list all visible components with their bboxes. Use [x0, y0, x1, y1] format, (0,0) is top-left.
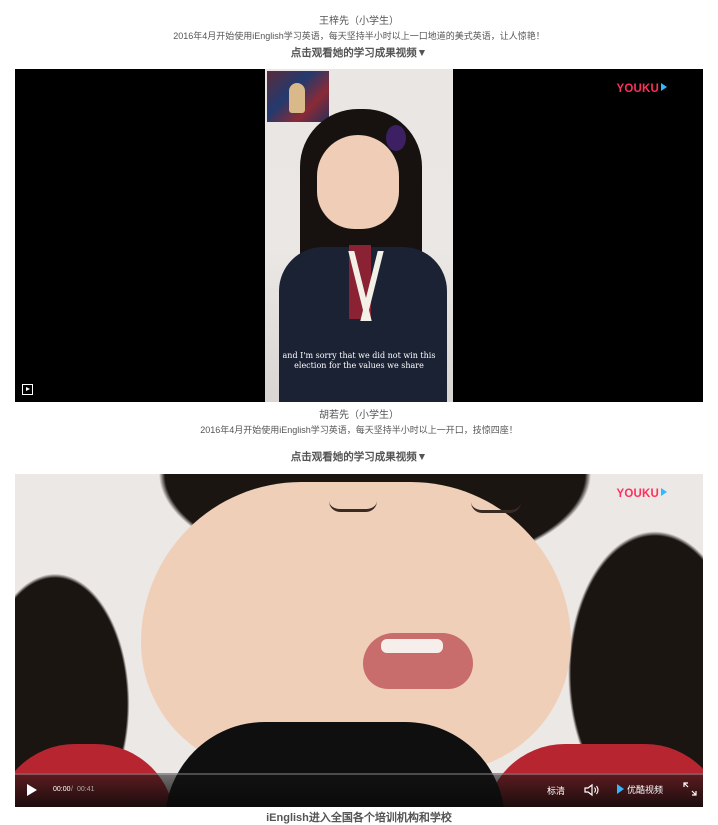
- duration: 00:41: [77, 786, 95, 793]
- video-frame-1: and I'm sorry that we did not win this e…: [265, 69, 453, 402]
- progress-bar[interactable]: [15, 773, 703, 775]
- student-description-1: 2016年4月开始使用iEnglish学习英语，每天坚持半小时以上一口地道的美式…: [173, 31, 545, 41]
- volume-icon[interactable]: [584, 783, 600, 797]
- picture-in-picture-thumbnail: [267, 71, 329, 122]
- play-icon[interactable]: [27, 784, 37, 796]
- watch-video-link-1[interactable]: 点击观看她的学习成果视频▼: [0, 45, 718, 60]
- time-separator: /: [71, 786, 73, 793]
- youku-logo: YOUKU: [616, 488, 667, 500]
- youku-logo: YOUKU: [616, 83, 667, 95]
- student-name-2: 胡若先（小学生）: [319, 410, 399, 421]
- student-description-2: 2016年4月开始使用iEnglish学习英语，每天坚持半小时以上一开口，技惊四…: [200, 425, 518, 435]
- youku-video-button[interactable]: 优酷视频: [617, 783, 663, 796]
- video-control-bar: 00:00 / 00:41 标清 优酷视频: [15, 773, 703, 807]
- video-player-1[interactable]: and I'm sorry that we did not win this e…: [15, 69, 703, 402]
- watch-video-link-2[interactable]: 点击观看她的学习成果视频▼: [0, 449, 718, 464]
- quality-selector[interactable]: 标清: [547, 784, 565, 797]
- youku-icon: [617, 784, 624, 794]
- youku-logo-icon: [661, 488, 667, 496]
- video-subtitle: and I'm sorry that we did not win this e…: [282, 351, 436, 370]
- play-overlay-icon[interactable]: [22, 384, 33, 395]
- youku-logo-icon: [661, 83, 667, 91]
- current-time: 00:00: [53, 786, 71, 793]
- student-name-1: 王梓先（小学生）: [319, 16, 399, 27]
- fullscreen-icon[interactable]: [683, 782, 697, 796]
- video-player-2[interactable]: YOUKU 00:00 / 00:41 标清 优酷视频: [15, 474, 703, 807]
